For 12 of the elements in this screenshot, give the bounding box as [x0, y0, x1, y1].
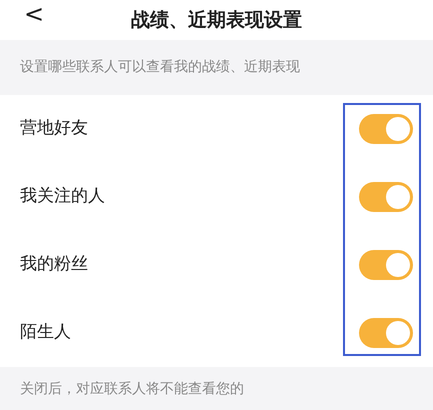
- back-button[interactable]: <: [20, 2, 48, 26]
- toggle-switch[interactable]: [359, 182, 413, 212]
- setting-label: 营地好友: [20, 117, 88, 140]
- toggle-switch[interactable]: [359, 250, 413, 280]
- footer-note: 关闭后，对应联系人将不能查看您的: [20, 380, 244, 399]
- setting-label: 我关注的人: [20, 185, 105, 208]
- setting-label: 陌生人: [20, 321, 71, 344]
- description-text: 设置哪些联系人可以查看我的战绩、近期表现: [20, 58, 300, 77]
- setting-label: 我的粉丝: [20, 253, 88, 276]
- toggle-switch[interactable]: [359, 318, 413, 348]
- page-title: 战绩、近期表现设置: [131, 8, 302, 33]
- toggle-switch[interactable]: [359, 114, 413, 144]
